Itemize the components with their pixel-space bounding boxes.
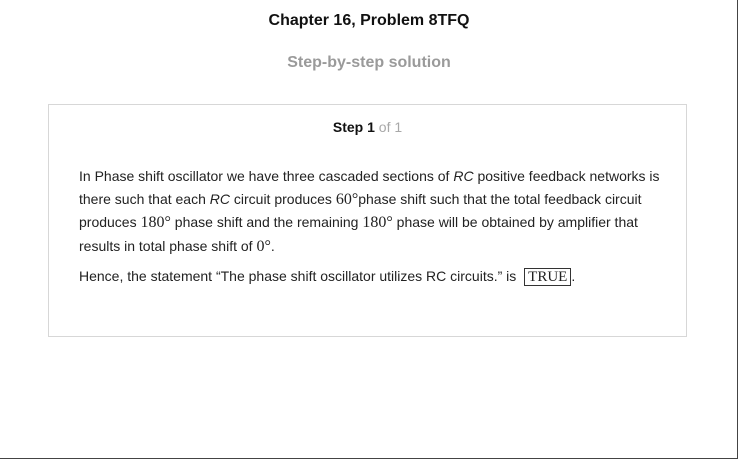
step-label: Step: [332, 119, 364, 135]
page-title: Chapter 16, Problem 8TFQ: [268, 12, 470, 29]
math-180-degrees: 180°: [140, 214, 171, 231]
math-60-degrees: 60°: [335, 190, 359, 208]
text-segment: circuit produces: [230, 190, 336, 207]
step-header: Step 1 of 1: [49, 119, 686, 135]
math-0-degrees: 0°: [256, 237, 271, 255]
solution-subtitle: Step-by-step solution: [287, 54, 451, 71]
math-180-degrees: 180°: [362, 214, 393, 231]
conclusion-paragraph: Hence, the statement “The phase shift os…: [79, 265, 669, 288]
explanation-paragraph: In Phase shift oscillator we have three …: [79, 165, 669, 258]
rc-term: RC: [209, 190, 230, 207]
step-number: 1: [367, 119, 375, 135]
text-segment: Hence, the statement “The phase shift os…: [79, 268, 521, 284]
step-body: In Phase shift oscillator we have three …: [79, 165, 669, 288]
text-segment: In Phase shift oscillator we have three …: [79, 168, 454, 184]
answer-box: TRUE: [524, 268, 572, 286]
step-total: of 1: [378, 119, 403, 135]
step-card: Step 1 of 1 In Phase shift oscillator we…: [48, 104, 687, 337]
text-segment: .: [270, 237, 275, 254]
text-segment: phase shift and the remaining: [170, 214, 363, 230]
rc-term: RC: [453, 168, 474, 184]
text-segment: .: [571, 268, 576, 284]
